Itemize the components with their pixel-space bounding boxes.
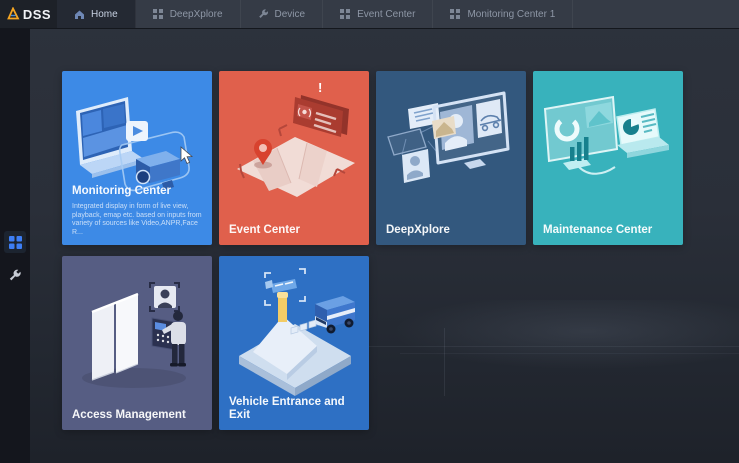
card-title: DeepXplore: [386, 224, 518, 237]
dss-logo-text: DSS: [23, 7, 51, 22]
door-keypad-person-illustration: [62, 256, 212, 430]
top-navigation-bar: DSS Home DeepXplore Device Event Center: [0, 0, 739, 29]
tab-home[interactable]: Home: [57, 0, 136, 28]
tab-device[interactable]: Device: [241, 0, 324, 28]
left-sidebar: [0, 29, 30, 463]
sidebar-tools-button[interactable]: [4, 265, 26, 287]
card-label: Event Center: [229, 224, 361, 237]
dss-home-screen: DSS Home DeepXplore Device Event Center: [0, 0, 739, 463]
card-title: Event Center: [229, 224, 361, 237]
grid-icon: [450, 9, 461, 20]
card-vehicle-entrance-exit[interactable]: Vehicle Entrance and Exit: [219, 256, 369, 430]
card-title: Maintenance Center: [543, 224, 675, 237]
card-monitoring-center[interactable]: Monitoring Center Integrated display in …: [62, 71, 212, 245]
tab-label: DeepXplore: [170, 9, 223, 20]
map-pin-alert-illustration: !: [219, 71, 369, 245]
card-label: Access Management: [72, 409, 204, 422]
card-event-center[interactable]: ! Event Center: [219, 71, 369, 245]
card-title: Vehicle Entrance and Exit: [229, 396, 361, 422]
card-description: Integrated display in form of live view,…: [72, 203, 204, 237]
grid-icon: [153, 9, 164, 20]
wrench-icon: [8, 269, 22, 283]
card-access-management[interactable]: Access Management: [62, 256, 212, 430]
home-icon: [74, 9, 85, 20]
monitor-person-car-network-illustration: [376, 71, 526, 245]
alert-exclamation-glyph: !: [318, 80, 322, 95]
face-scan-frame: [150, 283, 179, 311]
tab-monitoring-center-1[interactable]: Monitoring Center 1: [433, 0, 573, 28]
dss-logo: DSS: [0, 0, 57, 28]
card-deepxplore[interactable]: DeepXplore: [376, 71, 526, 245]
card-maintenance-center[interactable]: Maintenance Center: [533, 71, 683, 245]
tab-label: Home: [91, 9, 118, 20]
tab-label: Device: [275, 9, 306, 20]
tab-label: Event Center: [357, 9, 415, 20]
apps-grid-icon: [9, 236, 22, 249]
tab-label: Monitoring Center 1: [467, 9, 555, 20]
dashboards-and-report-illustration: [533, 71, 683, 245]
tab-event-center[interactable]: Event Center: [323, 0, 433, 28]
card-title: Access Management: [72, 409, 204, 422]
card-label: DeepXplore: [386, 224, 518, 237]
app-cards-grid: Monitoring Center Integrated display in …: [62, 71, 692, 430]
tab-deepxplore[interactable]: DeepXplore: [136, 0, 241, 28]
card-label: Maintenance Center: [543, 224, 675, 237]
card-label: Monitoring Center Integrated display in …: [72, 185, 204, 237]
wrench-icon: [258, 9, 269, 20]
dss-logo-icon: [6, 7, 20, 21]
sidebar-apps-button[interactable]: [4, 231, 26, 253]
card-title: Monitoring Center: [72, 185, 204, 198]
truck: [315, 296, 355, 334]
grid-icon: [340, 9, 351, 20]
card-label: Vehicle Entrance and Exit: [229, 396, 361, 422]
